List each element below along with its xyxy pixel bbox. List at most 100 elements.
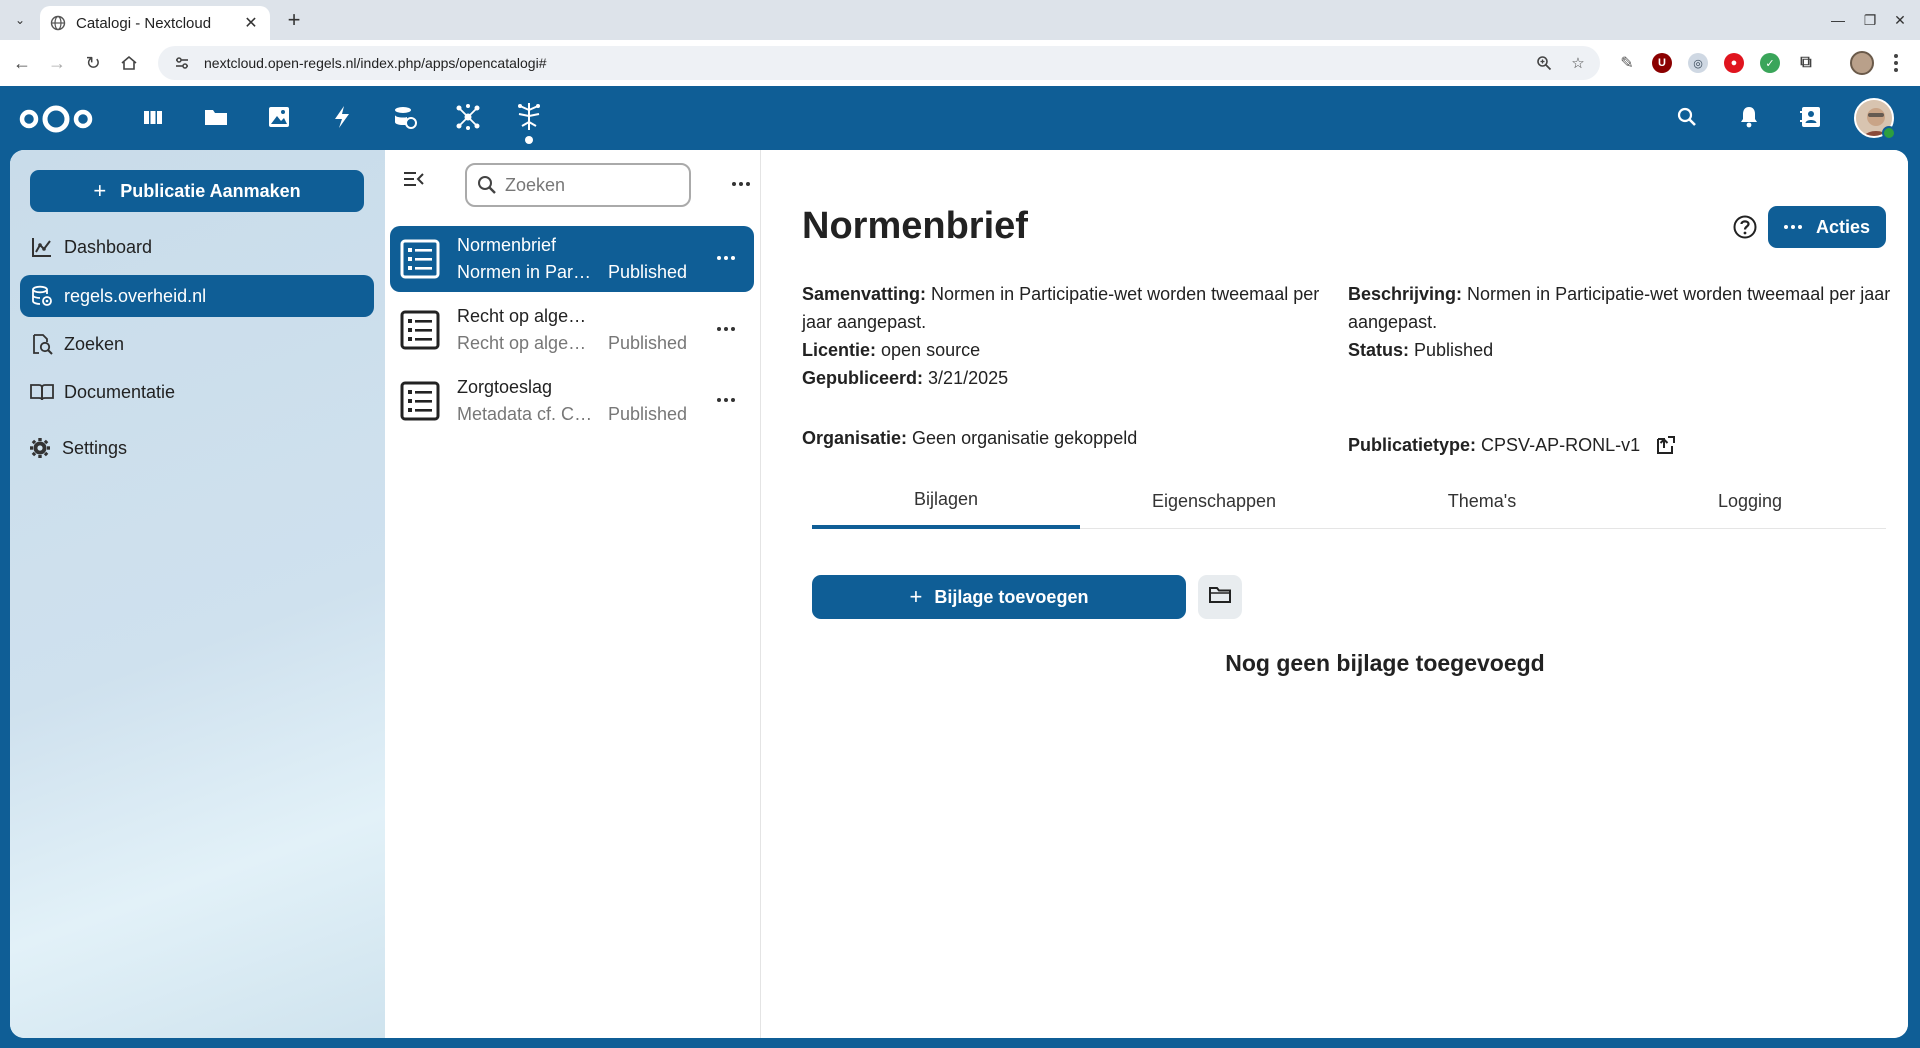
url-text: nextcloud.open-regels.nl/index.php/apps/… [204, 55, 547, 71]
close-window-icon[interactable]: ✕ [1888, 8, 1912, 32]
actions-label: Acties [1815, 216, 1871, 237]
list-item-subtitle: Metadata cf. CPSV-AP [457, 404, 593, 424]
search-input[interactable] [505, 167, 685, 203]
gepubliceerd-label: Gepubliceerd: [802, 368, 924, 388]
dashboard-app-icon[interactable] [136, 100, 170, 134]
browser-tab[interactable]: Catalogi - Nextcloud ✕ [40, 6, 270, 40]
home-icon[interactable] [117, 51, 141, 75]
add-attachment-label: Bijlage toevoegen [934, 586, 1089, 607]
plus-icon: + [909, 584, 923, 609]
nextcloud-logo-icon[interactable] [18, 102, 94, 136]
open-external-icon[interactable] [1655, 434, 1677, 456]
browser-menu-icon[interactable] [1886, 51, 1906, 75]
list-item-menu-icon[interactable] [712, 388, 740, 412]
tab-bijlagen[interactable]: Bijlagen [812, 473, 1080, 529]
licentie-field: Licentie: open source [802, 336, 980, 364]
opencatalogi-app-icon[interactable] [512, 100, 546, 144]
more-icon [1783, 225, 1802, 229]
list-actions-menu-icon[interactable] [727, 172, 755, 196]
tab-logging[interactable]: Logging [1616, 473, 1884, 529]
detail-tabs: Bijlagen Eigenschappen Thema's Logging [812, 473, 1886, 529]
extension-3-icon[interactable]: ◎ [1688, 53, 1708, 73]
browser-toolbar: ← → ↻ nextcloud.open-regels.nl/index.php… [0, 40, 1920, 86]
gepubliceerd-value: 3/21/2025 [928, 368, 1009, 388]
restore-icon[interactable]: ❐ [1858, 8, 1882, 32]
minimize-icon[interactable]: — [1826, 8, 1850, 32]
close-tab-icon[interactable]: ✕ [242, 13, 260, 33]
list-item-title: Recht op algemene bijstand [457, 306, 594, 326]
network-app-icon[interactable] [451, 100, 485, 134]
list-item-title: Zorgtoeslag [457, 377, 553, 397]
collapse-sidebar-icon[interactable] [399, 164, 429, 194]
samenvatting-label: Samenvatting: [802, 284, 927, 304]
zoom-icon[interactable] [1532, 51, 1556, 75]
nav-item-search[interactable]: Zoeken [20, 323, 374, 365]
nav-item-label: regels.overheid.nl [64, 285, 207, 306]
list-search-field[interactable] [465, 163, 691, 207]
publicatietype-value: CPSV-AP-RONL-v1 [1481, 435, 1641, 455]
extensions-puzzle-icon[interactable]: ⧉ [1796, 53, 1816, 73]
photos-app-icon[interactable] [262, 100, 296, 134]
ublock-icon[interactable]: U [1652, 53, 1672, 73]
list-item-menu-icon[interactable] [712, 246, 740, 270]
globe-icon [50, 15, 66, 31]
list-document-icon [400, 310, 440, 350]
files-app-icon[interactable] [199, 100, 233, 134]
publication-list: Normenbrief Normen in Participatie-wet w… [385, 150, 761, 1038]
notifications-bell-icon[interactable] [1734, 102, 1764, 132]
actions-button[interactable]: Acties [1768, 206, 1886, 248]
status-label: Status: [1348, 340, 1410, 360]
folder-icon [1209, 586, 1231, 609]
publication-detail: Normenbrief Acties Samenvatting: Normen … [762, 150, 1908, 1038]
publicatietype-field: Publicatietype: CPSV-AP-RONL-v1 [1348, 431, 1677, 459]
new-tab-icon[interactable]: + [282, 7, 306, 32]
unified-search-icon[interactable] [1672, 102, 1702, 132]
forward-icon[interactable]: → [45, 51, 69, 75]
status-value: Published [1414, 340, 1494, 360]
licentie-value: open source [881, 340, 981, 360]
database-app-icon[interactable] [388, 100, 422, 134]
tab-search-dropdown-icon[interactable]: ⌄ [8, 8, 32, 32]
browser-profile-avatar[interactable] [1850, 51, 1874, 75]
nav-item-catalog[interactable]: regels.overheid.nl [20, 275, 374, 317]
shield-icon[interactable]: ✓ [1760, 53, 1780, 73]
list-item-menu-icon[interactable] [712, 317, 740, 341]
nav-item-documentation[interactable]: Documentatie [20, 371, 374, 413]
nav-item-dashboard[interactable]: Dashboard [20, 226, 374, 268]
bookmark-star-icon[interactable]: ☆ [1566, 51, 1590, 75]
help-icon[interactable] [1732, 214, 1758, 240]
nextcloud-header [0, 86, 1920, 150]
activity-app-icon[interactable] [325, 100, 359, 134]
reload-icon[interactable]: ↻ [81, 51, 105, 75]
add-attachment-button[interactable]: + Bijlage toevoegen [812, 575, 1186, 619]
app-content-card: + Publicatie Aanmaken Dashboard regels.o… [10, 150, 1908, 1038]
extension-4-icon[interactable]: ● [1724, 53, 1744, 73]
create-publication-label: Publicatie Aanmaken [120, 180, 301, 201]
book-icon [30, 380, 54, 404]
list-item[interactable]: Recht op algemene bijstand Recht op alge… [390, 297, 754, 363]
address-bar[interactable]: nextcloud.open-regels.nl/index.php/apps/… [158, 46, 1600, 80]
list-item[interactable]: Normenbrief Normen in Participatie-wet w… [390, 226, 754, 292]
nav-item-label: Settings [62, 437, 128, 458]
list-item-status: Published [608, 333, 688, 353]
tab-themas[interactable]: Thema's [1348, 473, 1616, 529]
nav-item-settings[interactable]: Settings [18, 427, 372, 469]
nav-item-label: Zoeken [64, 333, 125, 354]
create-publication-button[interactable]: + Publicatie Aanmaken [30, 170, 364, 212]
extension-1-icon[interactable]: ✎ [1617, 53, 1637, 73]
site-settings-icon[interactable] [172, 53, 192, 73]
tab-title: Catalogi - Nextcloud [76, 14, 212, 32]
contacts-icon[interactable] [1796, 102, 1826, 132]
beschrijving-label: Beschrijving: [1348, 284, 1463, 304]
publicatietype-label: Publicatietype: [1348, 435, 1477, 455]
list-item-status: Published [608, 262, 688, 282]
back-icon[interactable]: ← [10, 51, 34, 75]
gepubliceerd-field: Gepubliceerd: 3/21/2025 [802, 364, 1008, 392]
list-item-status: Published [608, 404, 688, 424]
status-field: Status: Published [1348, 336, 1493, 364]
list-item[interactable]: Zorgtoeslag Metadata cf. CPSV-AP Publish… [390, 368, 754, 434]
list-item-subtitle: Recht op algemene bijstand [457, 333, 593, 353]
folder-button[interactable] [1198, 575, 1242, 619]
chart-icon [30, 235, 54, 259]
tab-eigenschappen[interactable]: Eigenschappen [1080, 473, 1348, 529]
